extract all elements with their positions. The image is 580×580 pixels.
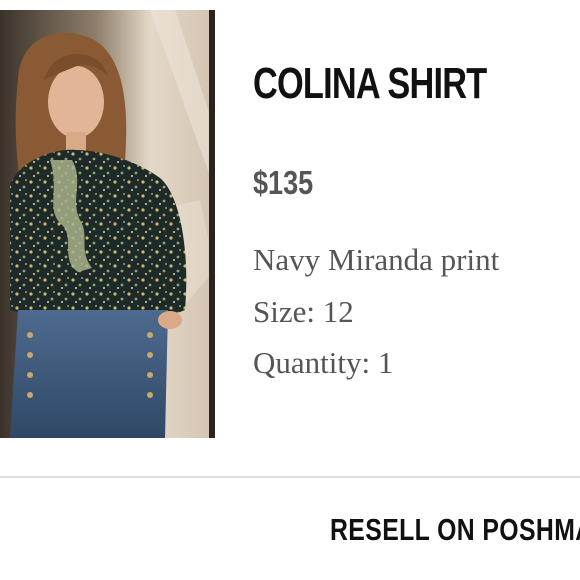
- product-price: $135: [253, 164, 314, 201]
- product-quantity: Quantity: 1: [253, 345, 394, 380]
- resell-on-poshmark-button[interactable]: RESELL ON POSHMARK: [0, 478, 580, 580]
- product-title: COLINA SHIRT: [253, 59, 487, 108]
- product-print: Navy Miranda print: [253, 242, 500, 277]
- product-image: [0, 10, 215, 438]
- product-size: Size: 12: [253, 294, 354, 329]
- resell-button-label: RESELL ON POSHMARK: [330, 512, 580, 547]
- product-photo-illustration: [0, 10, 215, 438]
